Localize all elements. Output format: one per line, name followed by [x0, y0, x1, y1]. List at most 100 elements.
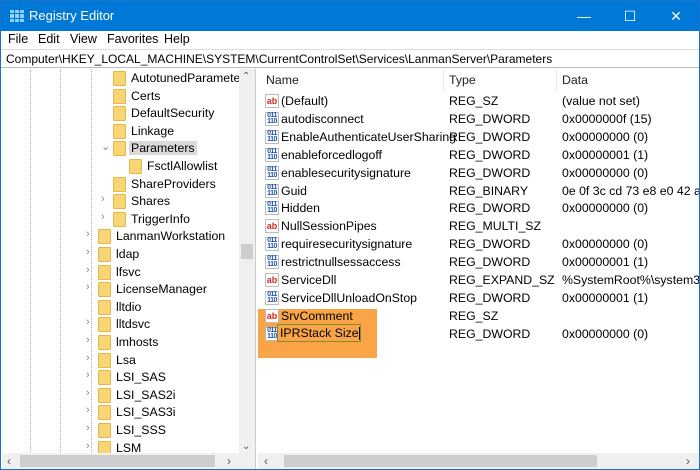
scroll-right-arrow-icon[interactable]: ›: [227, 454, 231, 468]
value-row[interactable]: 011 110 EnableAuthenticateUserSharing REG_D…: [258, 128, 699, 146]
chevron-right-icon[interactable]: ›: [101, 193, 105, 205]
column-divider[interactable]: [443, 69, 444, 91]
tree-hscroll-thumb[interactable]: [20, 455, 215, 467]
binary-value-icon: 011 110: [265, 111, 279, 126]
menu-favorites[interactable]: Favorites: [107, 32, 158, 46]
chevron-right-icon[interactable]: ›: [86, 369, 90, 381]
tree-item[interactable]: FsctlAllowlist: [2, 158, 238, 175]
column-header-type[interactable]: Type: [449, 73, 476, 87]
tree-item[interactable]: › Shares: [2, 193, 238, 210]
tree-item[interactable]: › LSI_SAS3i: [2, 404, 238, 421]
value-row[interactable]: ab ServiceDll REG_EXPAND_SZ %SystemRoot%\sy…: [258, 271, 699, 289]
value-row[interactable]: ab NullSessionPipes REG_MULTI_SZ: [258, 217, 699, 235]
chevron-right-icon[interactable]: ›: [86, 246, 90, 258]
value-row[interactable]: 011 110 Hidden REG_DWORD 0x00000000 (0): [258, 199, 699, 217]
tree-item-label: LicenseManager: [116, 282, 207, 297]
tree-item[interactable]: › LSI_SAS: [2, 369, 238, 386]
tree-item[interactable]: Linkage: [2, 123, 238, 140]
chevron-right-icon[interactable]: ›: [86, 387, 90, 399]
chevron-down-icon[interactable]: ⌄: [101, 140, 110, 153]
tree-item-label: FsctlAllowlist: [147, 159, 218, 173]
value-name: IPRStack Size: [280, 325, 359, 340]
column-divider[interactable]: [556, 69, 557, 91]
menu-edit[interactable]: Edit: [38, 32, 60, 46]
value-name: enablesecuritysignature: [281, 165, 411, 180]
folder-icon: [98, 282, 111, 298]
column-header-name[interactable]: Name: [266, 73, 299, 87]
maximize-button[interactable]: ☐: [607, 1, 653, 31]
tree-item[interactable]: lltdio: [2, 299, 238, 316]
scroll-down-arrow-icon[interactable]: ⌄: [242, 441, 250, 452]
menu-help[interactable]: Help: [164, 32, 190, 46]
scroll-up-arrow-icon[interactable]: ⌃: [242, 71, 250, 82]
tree-item[interactable]: Certs: [2, 88, 238, 105]
value-row[interactable]: 011 110 Guid REG_BINARY 0e 0f 3c cd 73 e8 e0…: [258, 182, 699, 200]
value-row[interactable]: 011 110 autodisconnect REG_DWORD 0x0000000f …: [258, 110, 699, 128]
chevron-right-icon[interactable]: ›: [101, 211, 105, 223]
folder-icon: [113, 194, 126, 210]
tree-item-label: Certs: [131, 88, 161, 103]
tree-item[interactable]: › LSI_SAS2i: [2, 387, 238, 404]
tree-item-label: lmhosts: [116, 335, 159, 349]
tree-item[interactable]: › ldap: [2, 246, 238, 263]
value-row[interactable]: ab SrvComment REG_SZ: [258, 307, 699, 325]
value-row[interactable]: 011 110 requiresecuritysignature REG_DWORD 0…: [258, 235, 699, 253]
tree-item[interactable]: AutotunedParameters: [2, 70, 251, 87]
scroll-right-arrow-icon[interactable]: ›: [686, 454, 690, 468]
value-data: 0e 0f 3c cd 73 e8 e0 42 aa 2c: [562, 183, 699, 198]
chevron-right-icon[interactable]: ›: [86, 404, 90, 416]
tree-scroll-thumb[interactable]: [241, 244, 253, 259]
value-type: REG_SZ: [449, 94, 499, 108]
folder-icon: [113, 123, 126, 139]
folder-icon: [98, 264, 111, 280]
tree-item-label: LSI_SAS: [116, 370, 166, 385]
menu-view[interactable]: View: [70, 32, 97, 46]
tree-item[interactable]: › TriggerInfo: [2, 211, 238, 228]
tree-item[interactable]: › LSI_SSS: [2, 422, 238, 439]
value-row[interactable]: 011 110 enableforcedlogoff REG_DWORD 0x00000…: [258, 146, 699, 164]
value-row[interactable]: 011 110 enablesecuritysignature REG_DWORD 0x…: [258, 164, 699, 182]
string-value-icon: ab: [265, 273, 279, 287]
value-data: (value not set): [562, 94, 640, 108]
value-name: Guid: [281, 183, 307, 198]
binary-value-icon: 011 110: [265, 290, 279, 305]
chevron-right-icon[interactable]: ›: [86, 264, 90, 276]
title-bar[interactable]: Registry Editor — ☐ ✕: [1, 1, 699, 31]
value-row[interactable]: ab (Default) REG_SZ (value not set): [258, 92, 699, 110]
scroll-left-arrow-icon[interactable]: ‹: [264, 454, 268, 468]
value-name: NullSessionPipes: [281, 219, 377, 234]
minimize-button[interactable]: —: [561, 1, 607, 31]
value-row[interactable]: 011 110 IPRStack Size REG_DWORD 0x00000000 (…: [258, 323, 699, 343]
tree-item[interactable]: › lmhosts: [2, 334, 238, 351]
value-row[interactable]: 011 110 ServiceDllUnloadOnStop REG_DWORD 0x0…: [258, 289, 699, 307]
address-bar[interactable]: Computer\HKEY_LOCAL_MACHINE\SYSTEM\Curre…: [1, 49, 699, 68]
chevron-right-icon[interactable]: ›: [86, 334, 90, 346]
column-header-data[interactable]: Data: [562, 73, 588, 87]
chevron-right-icon[interactable]: ›: [86, 228, 90, 240]
tree-item[interactable]: ShareProviders: [2, 176, 238, 193]
scroll-left-arrow-icon[interactable]: ‹: [7, 454, 11, 468]
chevron-right-icon[interactable]: ›: [86, 316, 90, 328]
chevron-right-icon[interactable]: ›: [86, 352, 90, 364]
tree-item[interactable]: › LanmanWorkstation: [2, 228, 238, 245]
chevron-right-icon[interactable]: ›: [86, 440, 90, 452]
value-row[interactable]: 011 110 restrictnullsessaccess REG_DWORD 0x0…: [258, 253, 699, 271]
tree-item[interactable]: › LicenseManager: [2, 281, 238, 298]
chevron-right-icon[interactable]: ›: [86, 281, 90, 293]
tree-horizontal-scrollbar[interactable]: ‹ ›: [2, 453, 255, 469]
values-hscroll-thumb[interactable]: [284, 455, 597, 467]
values-horizontal-scrollbar[interactable]: ‹ ›: [258, 453, 699, 469]
menu-file[interactable]: File: [8, 32, 28, 46]
tree-vertical-scrollbar[interactable]: ⌃ ⌄: [239, 69, 255, 454]
chevron-right-icon[interactable]: ›: [86, 422, 90, 434]
close-button[interactable]: ✕: [653, 1, 699, 31]
tree-item[interactable]: DefaultSecurity: [2, 105, 238, 122]
tree-item[interactable]: › lltdsvc: [2, 316, 238, 333]
tree-item[interactable]: › lfsvc: [2, 264, 238, 281]
tree-item-label: Parameters: [129, 141, 197, 156]
tree-item[interactable]: ⌄ Parameters: [2, 140, 238, 157]
value-name: (Default): [281, 94, 329, 108]
tree-item[interactable]: › Lsa: [2, 352, 238, 369]
rename-value-input[interactable]: IPRStack Size: [277, 323, 361, 342]
registry-editor-window: Registry Editor — ☐ ✕ File Edit View Fav…: [0, 0, 700, 470]
